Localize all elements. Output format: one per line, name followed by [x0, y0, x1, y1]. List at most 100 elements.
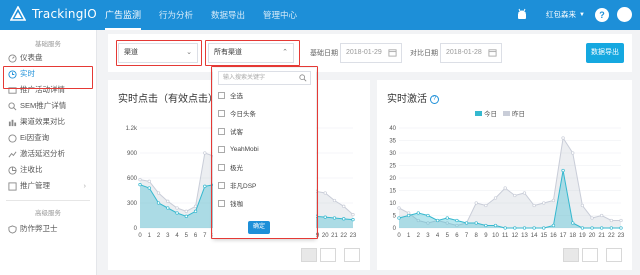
- x-tick-label: 11: [502, 233, 509, 239]
- sidebar-item-ratio[interactable]: 注收比: [0, 162, 96, 178]
- y-tick-label: 15: [389, 189, 396, 195]
- x-tick-label: 7: [465, 233, 469, 239]
- data-point: [147, 186, 151, 190]
- data-point: [193, 204, 198, 208]
- sidebar-item-query[interactable]: Ei因查询: [0, 130, 96, 146]
- x-tick-label: 17: [560, 233, 567, 239]
- share-button[interactable]: [606, 248, 622, 262]
- export-button[interactable]: 数据导出: [586, 43, 624, 63]
- y-tick-label: 0: [134, 226, 138, 232]
- data-point: [474, 221, 478, 225]
- x-tick-label: 19: [579, 233, 586, 239]
- data-point: [323, 191, 327, 195]
- x-tick-label: 6: [455, 233, 459, 239]
- data-point: [503, 226, 507, 230]
- realtime-activation-panel: 实时激活? 今日 昨日 0 5 10 15 20 25 30 35 40 0 1 2 3 4 5 6 7 8 9 10…: [377, 80, 632, 270]
- x-tick-label: 22: [608, 233, 615, 239]
- sidebar-item-activation-delay[interactable]: 激活延迟分析: [0, 146, 96, 162]
- data-point: [203, 184, 207, 188]
- table-view-button[interactable]: [320, 248, 336, 262]
- logo[interactable]: TrackingIO: [10, 6, 97, 22]
- base-date-input[interactable]: 2018-01-29: [340, 43, 402, 63]
- data-point: [580, 203, 585, 208]
- chart-view-toggle: [298, 248, 360, 262]
- sidebar-item-promo-management[interactable]: 推广管理 ›: [0, 178, 96, 194]
- nav-data-export[interactable]: 数据导出: [211, 0, 245, 30]
- table-view-button[interactable]: [582, 248, 598, 262]
- manage-icon: [8, 181, 17, 191]
- data-point: [332, 216, 337, 220]
- account-switcher[interactable]: 红包森来 ▼: [543, 9, 585, 20]
- share-button[interactable]: [344, 248, 360, 262]
- data-point: [175, 211, 179, 215]
- sidebar-item-dashboard[interactable]: 仪表盘: [0, 50, 96, 66]
- chart-view-toggle: [560, 248, 622, 262]
- sidebar-item-sem-details[interactable]: SEM推广详情: [0, 98, 96, 114]
- top-right-tools: 红包森来 ▼ ?: [515, 7, 632, 22]
- data-point: [416, 211, 420, 215]
- chart-view-button[interactable]: [563, 248, 579, 262]
- data-point: [435, 218, 440, 223]
- y-tick-label: 1.2k: [126, 126, 138, 132]
- x-tick-label: 9: [484, 233, 488, 239]
- compare-date-value: 2018-01-28: [446, 49, 482, 56]
- data-point: [156, 191, 161, 195]
- nav-ad-monitoring[interactable]: 广告监测: [105, 0, 142, 30]
- sidebar-item-label: 激活延迟分析: [20, 149, 65, 158]
- ratio-icon: [8, 165, 17, 175]
- chart-view-button[interactable]: [301, 248, 317, 262]
- x-tick-label: 3: [166, 233, 170, 239]
- main-nav: 广告监测 行为分析 数据导出 管理中心: [105, 0, 315, 30]
- x-tick-label: 1: [148, 233, 152, 239]
- y-tick-label: 20: [389, 176, 396, 182]
- logo-icon: [10, 6, 26, 21]
- highlight-dimension-select: [116, 40, 202, 66]
- data-point: [397, 206, 401, 210]
- data-point: [542, 226, 546, 230]
- x-tick-label: 2: [417, 233, 421, 239]
- data-point: [184, 209, 188, 213]
- compare-date-input[interactable]: 2018-01-28: [440, 43, 502, 63]
- y-tick-label: 40: [389, 126, 396, 132]
- x-tick-label: 6: [194, 233, 198, 239]
- data-point: [542, 201, 546, 205]
- data-point: [464, 221, 469, 225]
- sidebar-item-label: 仪表盘: [20, 53, 43, 62]
- sidebar-item-channel-compare[interactable]: 渠道效果对比: [0, 114, 96, 130]
- sidebar-item-anti-fraud[interactable]: 防作弊卫士: [0, 221, 96, 237]
- data-point: [138, 178, 142, 182]
- chevron-right-icon: ›: [83, 181, 87, 190]
- sidebar-item-label: Ei因查询: [20, 133, 50, 142]
- query-icon: [8, 133, 17, 143]
- x-tick-label: 22: [340, 233, 347, 239]
- android-icon[interactable]: [515, 8, 529, 22]
- x-tick-label: 7: [203, 233, 207, 239]
- data-point: [532, 203, 536, 208]
- x-tick-label: 2: [157, 233, 161, 239]
- data-point: [175, 206, 179, 210]
- data-point: [600, 226, 604, 230]
- nav-management-center[interactable]: 管理中心: [263, 0, 297, 30]
- data-point: [609, 218, 613, 223]
- data-point: [351, 213, 355, 217]
- base-date-value: 2018-01-29: [346, 49, 382, 56]
- sidebar-item-label: SEM推广详情: [20, 101, 67, 110]
- sidebar-item-label: 推广管理: [20, 181, 50, 190]
- data-point: [351, 218, 355, 222]
- data-point: [193, 209, 198, 213]
- sidebar-item-label: 渠道效果对比: [20, 117, 65, 126]
- nav-behavior-analysis[interactable]: 行为分析: [159, 0, 193, 30]
- x-tick-label: 21: [331, 233, 338, 239]
- help-icon[interactable]: ?: [595, 7, 609, 22]
- data-point: [455, 218, 459, 223]
- highlight-channel-select: [205, 40, 300, 66]
- data-point: [619, 226, 623, 230]
- data-point: [484, 203, 488, 208]
- x-tick-label: 23: [618, 233, 625, 239]
- avatar[interactable]: [617, 7, 632, 22]
- x-tick-label: 8: [475, 233, 479, 239]
- series-area-yesterday: [399, 138, 621, 228]
- x-tick-label: 1: [407, 233, 411, 239]
- x-tick-label: 21: [598, 233, 605, 239]
- data-point: [493, 223, 498, 228]
